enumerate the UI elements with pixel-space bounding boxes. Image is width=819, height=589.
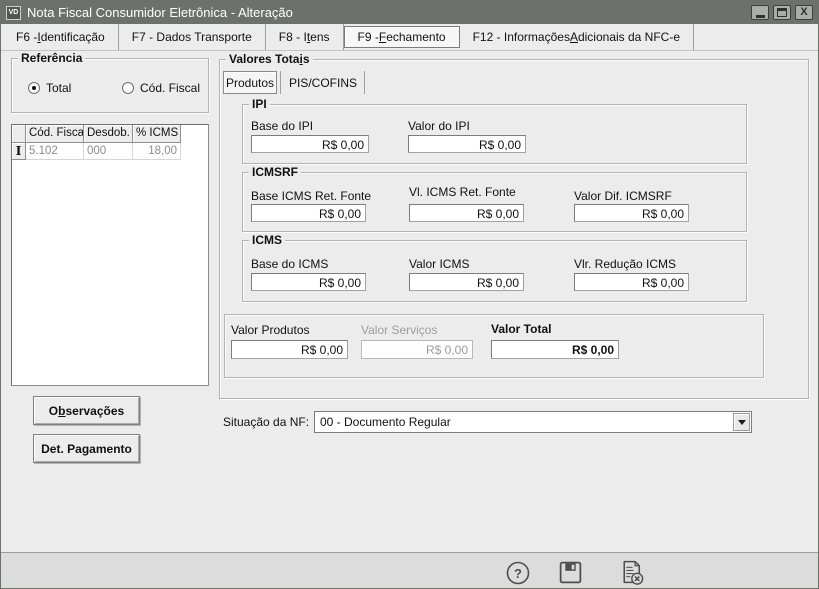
titlebar: VD Nota Fiscal Consumidor Eletrônica - A…	[1, 1, 818, 24]
valor-servicos-field: R$ 0,00	[361, 340, 473, 359]
grid-indicator-header	[12, 125, 26, 143]
situacao-nf-label: Situação da NF:	[223, 415, 309, 429]
base-icms-field[interactable]: R$ 0,00	[251, 273, 366, 291]
tab-f6-identificacao[interactable]: F6 - Identificação	[3, 24, 119, 50]
valor-total-label: Valor Total	[491, 322, 551, 336]
close-icon: X	[800, 7, 807, 18]
table-row[interactable]: I 5.102 000 18,00	[12, 143, 208, 160]
tab-label: ens	[310, 30, 329, 44]
vlr-reducao-icms-field[interactable]: R$ 0,00	[574, 273, 689, 291]
valor-icms-field[interactable]: R$ 0,00	[409, 273, 524, 291]
base-icms-ret-fonte-label: Base ICMS Ret. Fonte	[251, 189, 371, 203]
tab-label: F9 -	[358, 30, 379, 44]
radio-cod-fiscal-label: Cód. Fiscal	[140, 81, 200, 95]
maximize-icon	[777, 8, 787, 17]
cancel-document-button[interactable]	[617, 558, 646, 589]
tab-f8-itens[interactable]: F8 - Itens	[266, 24, 344, 50]
valor-ipi-field[interactable]: R$ 0,00	[408, 135, 526, 153]
tab-label: echamento	[386, 30, 445, 44]
observacoes-button[interactable]: Observações	[33, 396, 140, 425]
tab-label: dentificação	[41, 30, 105, 44]
base-ipi-field[interactable]: R$ 0,00	[251, 135, 369, 153]
valor-dif-icmsrf-label: Valor Dif. ICMSRF	[574, 189, 672, 203]
grid-header-cod-fiscal[interactable]: Cód. Fiscal	[26, 125, 84, 143]
valor-total-field[interactable]: R$ 0,00	[491, 340, 619, 359]
cell-cod-fiscal[interactable]: 5.102	[26, 143, 84, 160]
vlr-reducao-icms-label: Vlr. Redução ICMS	[574, 257, 676, 271]
radio-cod-fiscal-circle	[122, 82, 134, 94]
row-indicator-icon: I	[12, 143, 26, 160]
tab-separator	[280, 71, 281, 94]
icms-groupbox: ICMS Base do ICMS R$ 0,00 Valor ICMS R$ …	[242, 240, 747, 302]
save-icon	[557, 559, 584, 586]
help-icon: ?	[505, 560, 531, 586]
vl-icms-ret-fonte-label: Vl. ICMS Ret. Fonte	[409, 185, 516, 199]
tab-label: F7 - Dados Transporte	[132, 30, 252, 44]
cell-icms[interactable]: 18,00	[133, 143, 181, 160]
window-title: Nota Fiscal Consumidor Eletrônica - Alte…	[27, 5, 747, 20]
situacao-dropdown-button[interactable]	[733, 413, 750, 431]
valores-totais-groupbox: Valores Totais Produtos PIS/COFINS IPI B…	[219, 59, 809, 399]
tab-produtos[interactable]: Produtos	[223, 71, 277, 94]
situacao-nf-select[interactable]: 00 - Documento Regular	[314, 411, 752, 433]
help-button[interactable]: ?	[505, 560, 531, 589]
maximize-button[interactable]	[773, 5, 791, 20]
tab-f9-fechamento[interactable]: F9 - Fechamento	[344, 26, 460, 48]
bottom-toolbar: ?	[1, 552, 818, 589]
tab-label: F8 - I	[279, 30, 307, 44]
valor-produtos-field[interactable]: R$ 0,00	[231, 340, 348, 359]
grid-header-icms[interactable]: % ICMS	[133, 125, 181, 143]
ipi-title: IPI	[249, 97, 270, 111]
cod-fiscal-grid[interactable]: Cód. Fiscal Desdob. % ICMS I 5.102 000 1…	[11, 124, 209, 386]
radio-total-circle	[28, 82, 40, 94]
tab-label: A	[570, 30, 578, 44]
icmsrf-groupbox: ICMSRF Base ICMS Ret. Fonte R$ 0,00 Vl. …	[242, 172, 747, 232]
tab-label: F12 - Informações	[473, 30, 570, 44]
tab-pis-cofins[interactable]: PIS/COFINS	[284, 71, 362, 94]
radio-total-label: Total	[46, 81, 71, 95]
det-pagamento-button[interactable]: Det. Pagamento	[33, 434, 140, 463]
nfce-alteracao-window: VD Nota Fiscal Consumidor Eletrônica - A…	[0, 0, 819, 589]
tab-label: F6 -	[16, 30, 37, 44]
situacao-nf-value: 00 - Documento Regular	[315, 415, 733, 429]
referencia-groupbox: Referência Total Cód. Fiscal	[11, 58, 209, 113]
close-button[interactable]: X	[795, 5, 813, 20]
valores-totais-title: Valores Totais	[226, 52, 313, 66]
radio-cod-fiscal[interactable]: Cód. Fiscal	[122, 81, 200, 95]
tab-f7-dados-transporte[interactable]: F7 - Dados Transporte	[119, 24, 266, 50]
main-tabbar: F6 - Identificação F7 - Dados Transporte…	[1, 24, 818, 51]
valor-ipi-label: Valor do IPI	[408, 119, 470, 133]
minimize-button[interactable]	[751, 5, 769, 20]
icms-title: ICMS	[249, 233, 285, 247]
tab-label: dicionais da NFC-e	[578, 30, 680, 44]
tab-label: F	[379, 30, 386, 44]
save-button[interactable]	[557, 559, 584, 589]
vl-icms-ret-fonte-field[interactable]: R$ 0,00	[409, 204, 524, 222]
grid-header-desdob[interactable]: Desdob.	[84, 125, 133, 143]
valor-servicos-label: Valor Serviços	[361, 323, 437, 337]
valor-icms-label: Valor ICMS	[409, 257, 469, 271]
base-icms-label: Base do ICMS	[251, 257, 328, 271]
app-icon: VD	[6, 6, 21, 20]
valor-produtos-label: Valor Produtos	[231, 323, 310, 337]
tab-separator	[364, 71, 365, 94]
valor-dif-icmsrf-field[interactable]: R$ 0,00	[574, 204, 689, 222]
cancel-document-icon	[617, 558, 646, 587]
tab-f12-informacoes-adicionais[interactable]: F12 - Informações Adicionais da NFC-e	[460, 24, 694, 50]
button-label: Det. Pagamento	[41, 442, 132, 456]
cell-desdob[interactable]: 000	[84, 143, 133, 160]
button-label: Observações	[49, 404, 124, 418]
base-icms-ret-fonte-field[interactable]: R$ 0,00	[251, 204, 366, 222]
radio-total[interactable]: Total	[28, 81, 71, 95]
minimize-icon	[756, 15, 765, 18]
chevron-down-icon	[738, 420, 746, 425]
grid-header-row: Cód. Fiscal Desdob. % ICMS	[12, 125, 208, 143]
totais-panel: Valor Produtos R$ 0,00 Valor Serviços R$…	[224, 314, 764, 378]
icmsrf-title: ICMSRF	[249, 165, 301, 179]
ipi-groupbox: IPI Base do IPI R$ 0,00 Valor do IPI R$ …	[242, 104, 747, 164]
svg-text:?: ?	[514, 566, 522, 581]
referencia-title: Referência	[18, 51, 85, 65]
base-ipi-label: Base do IPI	[251, 119, 313, 133]
